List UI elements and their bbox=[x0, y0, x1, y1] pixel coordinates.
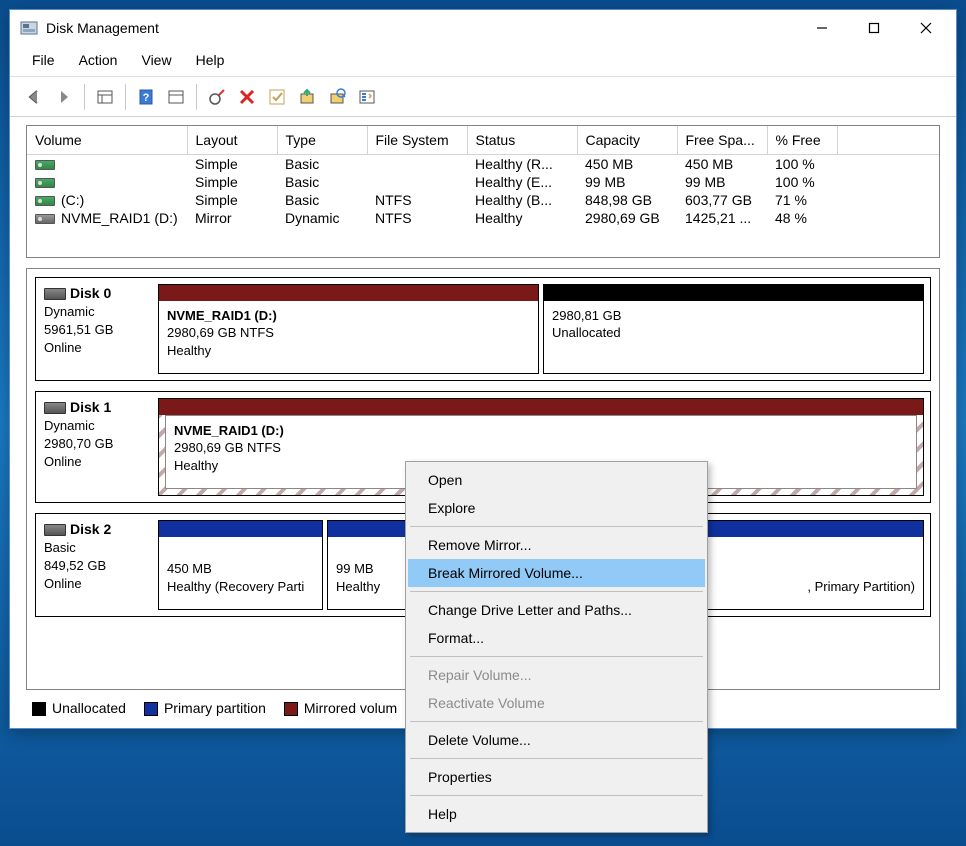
menu-view[interactable]: View bbox=[131, 50, 181, 70]
partition-efi[interactable]: 99 MB Healthy bbox=[327, 520, 407, 610]
col-capacity[interactable]: Capacity bbox=[577, 126, 677, 154]
cm-delete[interactable]: Delete Volume... bbox=[408, 726, 705, 754]
disk-icon bbox=[44, 402, 66, 414]
delete-button[interactable] bbox=[233, 83, 261, 111]
cm-change-letter[interactable]: Change Drive Letter and Paths... bbox=[408, 596, 705, 624]
window-title: Disk Management bbox=[46, 20, 796, 36]
menubar: File Action View Help bbox=[10, 46, 956, 77]
col-filesystem[interactable]: File System bbox=[367, 126, 467, 154]
col-freespace[interactable]: Free Spa... bbox=[677, 126, 767, 154]
show-hide-tree-button[interactable] bbox=[91, 83, 119, 111]
disk-row[interactable]: Disk 0 Dynamic 5961,51 GB Online NVME_RA… bbox=[35, 277, 931, 381]
refresh-button[interactable] bbox=[203, 83, 231, 111]
volume-row[interactable]: Simple Basic Healthy (E... 99 MB 99 MB 1… bbox=[27, 173, 939, 191]
forward-button[interactable] bbox=[50, 83, 78, 111]
menu-file[interactable]: File bbox=[22, 50, 65, 70]
settings-button[interactable] bbox=[353, 83, 381, 111]
cm-explore[interactable]: Explore bbox=[408, 494, 705, 522]
volume-icon bbox=[35, 214, 55, 224]
col-layout[interactable]: Layout bbox=[187, 126, 277, 154]
cm-properties[interactable]: Properties bbox=[408, 763, 705, 791]
legend-primary: Primary partition bbox=[144, 700, 266, 716]
partition-recovery[interactable]: 450 MB Healthy (Recovery Parti bbox=[158, 520, 323, 610]
cm-reactivate: Reactivate Volume bbox=[408, 689, 705, 717]
cm-format[interactable]: Format... bbox=[408, 624, 705, 652]
svg-text:?: ? bbox=[143, 92, 150, 104]
minimize-button[interactable] bbox=[796, 11, 848, 45]
menu-help[interactable]: Help bbox=[186, 50, 235, 70]
volume-icon bbox=[35, 160, 55, 170]
volume-row[interactable]: NVME_RAID1 (D:) Mirror Dynamic NTFS Heal… bbox=[27, 209, 939, 227]
help-button[interactable]: ? bbox=[132, 83, 160, 111]
cm-open[interactable]: Open bbox=[408, 466, 705, 494]
detach-vhd-button[interactable] bbox=[323, 83, 351, 111]
col-volume[interactable]: Volume bbox=[27, 126, 187, 154]
context-menu[interactable]: Open Explore Remove Mirror... Break Mirr… bbox=[405, 461, 708, 833]
cm-break-mirror[interactable]: Break Mirrored Volume... bbox=[408, 559, 705, 587]
volume-row[interactable]: (C:) Simple Basic NTFS Healthy (B... 848… bbox=[27, 191, 939, 209]
legend-unallocated: Unallocated bbox=[32, 700, 126, 716]
apply-button[interactable] bbox=[263, 83, 291, 111]
maximize-button[interactable] bbox=[848, 11, 900, 45]
cm-repair: Repair Volume... bbox=[408, 661, 705, 689]
toolbar: ? bbox=[10, 77, 956, 117]
cm-remove-mirror[interactable]: Remove Mirror... bbox=[408, 531, 705, 559]
app-icon bbox=[20, 19, 38, 37]
disk-icon bbox=[44, 288, 66, 300]
volume-row[interactable]: Simple Basic Healthy (R... 450 MB 450 MB… bbox=[27, 154, 939, 173]
legend-mirror: Mirrored volum bbox=[284, 700, 397, 716]
disk-info: Disk 1 Dynamic 2980,70 GB Online bbox=[36, 392, 158, 502]
volume-list-header[interactable]: Volume Layout Type File System Status Ca… bbox=[27, 126, 939, 154]
menu-action[interactable]: Action bbox=[69, 50, 128, 70]
volume-icon bbox=[35, 196, 55, 206]
titlebar[interactable]: Disk Management bbox=[10, 10, 956, 46]
volume-list[interactable]: Volume Layout Type File System Status Ca… bbox=[26, 125, 940, 258]
disk-info: Disk 2 Basic 849,52 GB Online bbox=[36, 514, 158, 616]
close-button[interactable] bbox=[900, 11, 952, 45]
col-type[interactable]: Type bbox=[277, 126, 367, 154]
col-pctfree[interactable]: % Free bbox=[767, 126, 837, 154]
partition-mirror[interactable]: NVME_RAID1 (D:) 2980,69 GB NTFS Healthy bbox=[158, 284, 539, 374]
partition-unallocated[interactable]: 2980,81 GB Unallocated bbox=[543, 284, 924, 374]
volume-icon bbox=[35, 178, 55, 188]
properties-button[interactable] bbox=[162, 83, 190, 111]
back-button[interactable] bbox=[20, 83, 48, 111]
disk-icon bbox=[44, 524, 66, 536]
col-status[interactable]: Status bbox=[467, 126, 577, 154]
attach-vhd-button[interactable] bbox=[293, 83, 321, 111]
cm-help[interactable]: Help bbox=[408, 800, 705, 828]
disk-info: Disk 0 Dynamic 5961,51 GB Online bbox=[36, 278, 158, 380]
